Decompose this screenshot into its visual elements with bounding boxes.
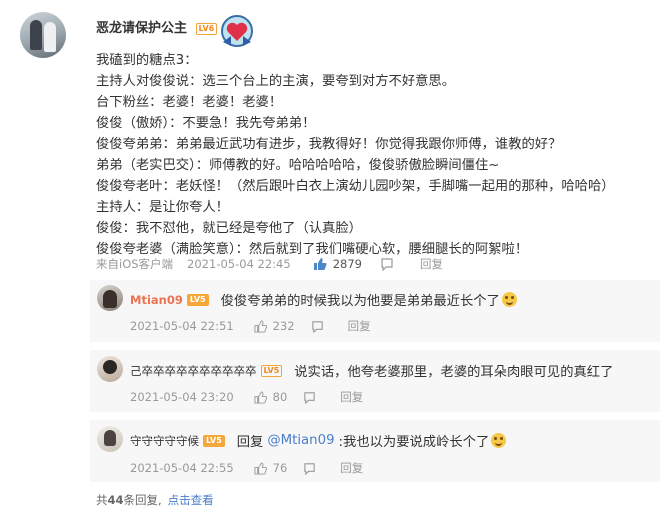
laughing-emoji-icon xyxy=(491,433,507,448)
reply-avatar[interactable] xyxy=(97,426,123,452)
reply-text: 说实话，他夸老婆那里，老婆的耳朵肉眼可见的真红了 xyxy=(294,365,614,380)
reply-avatar[interactable] xyxy=(97,356,123,382)
post-content: 我磕到的糖点3： 主持人对俊俊说：选三个台上的主演，要夸到对方不好意思。 台下粉… xyxy=(96,50,656,260)
comment-icon[interactable] xyxy=(303,462,316,475)
post-line: 俊俊夸老叶：老妖怪！（然后跟叶白衣上演幼儿园吵架，手脚嘴一起用的那种，哈哈哈） xyxy=(96,179,615,194)
reply-header: 守守守守守候 LV5 回复 @Mtian09 :我也以为要说成岭长个了 xyxy=(130,431,507,450)
reply-prefix: 回复 xyxy=(236,435,264,450)
reply-link[interactable]: 回复 xyxy=(340,460,363,476)
level-badge: LV5 xyxy=(203,434,225,447)
reply-text: 俊俊夸弟弟的时候我以为他要是弟弟最近长个了 xyxy=(220,294,500,309)
level-badge: LV5 xyxy=(260,364,283,377)
mention-link[interactable]: @Mtian09 xyxy=(267,433,334,448)
reply-username[interactable]: Mtian09 xyxy=(130,293,183,307)
reply-avatar[interactable] xyxy=(97,285,123,311)
like-count: 76 xyxy=(272,461,288,475)
comment-icon[interactable] xyxy=(311,320,324,333)
reply-username[interactable]: 守守守守守候 xyxy=(130,433,199,449)
post-meta: 来自iOS客户端 2021-05-04 22:45 2879 回复 xyxy=(96,256,443,272)
view-all-link[interactable]: 点击查看 xyxy=(168,492,214,508)
post-time: 2021-05-04 22:45 xyxy=(187,257,291,271)
post-line: 俊俊（傲娇）：不要急！我先夸弟弟！ xyxy=(96,116,316,131)
post-line: 台下粉丝：老婆！老婆！老婆！ xyxy=(96,95,283,110)
reply-time: 2021-05-04 22:55 xyxy=(130,461,234,475)
thumbs-up-icon xyxy=(254,390,267,404)
reply-header: 己卒卒卒卒卒卒卒卒卒卒 LV5 说实话，他夸老婆那里，老婆的耳朵肉眼可见的真红了 xyxy=(130,361,614,381)
like-button[interactable]: 2879 xyxy=(313,257,362,271)
avatar-figure xyxy=(44,22,56,52)
like-button[interactable]: 232 xyxy=(254,319,295,333)
reply-time: 2021-05-04 23:20 xyxy=(130,390,234,404)
level-badge: LV6 xyxy=(195,22,218,35)
laughing-emoji-icon xyxy=(501,292,517,307)
comment-icon[interactable] xyxy=(303,391,316,404)
reply-username[interactable]: 己卒卒卒卒卒卒卒卒卒卒 xyxy=(130,363,257,379)
post-source: 来自iOS客户端 xyxy=(96,257,174,271)
reply-link[interactable]: 回复 xyxy=(340,389,363,405)
heart-medal-icon xyxy=(217,12,257,52)
post-avatar[interactable] xyxy=(20,12,66,58)
reply-header: Mtian09 LV5 俊俊夸弟弟的时候我以为他要是弟弟最近长个了 xyxy=(130,290,517,309)
like-button[interactable]: 80 xyxy=(254,390,288,404)
total-prefix: 共 xyxy=(96,493,108,507)
post-line: 俊俊：我不怼他，就已经是夸他了（认真脸） xyxy=(96,221,362,236)
avatar-figure xyxy=(30,20,42,50)
like-count: 232 xyxy=(272,319,295,333)
post-username-row: 恶龙请保护公主 LV6 xyxy=(96,17,218,36)
like-count: 2879 xyxy=(332,257,362,271)
reply-link[interactable]: 回复 xyxy=(348,318,371,334)
reply-time: 2021-05-04 22:51 xyxy=(130,319,234,333)
comment-icon[interactable] xyxy=(380,257,394,271)
total-suffix: 条回复, xyxy=(123,493,162,507)
like-count: 80 xyxy=(272,390,288,404)
post-username[interactable]: 恶龙请保护公主 xyxy=(96,21,187,36)
reply-text: :我也以为要说成岭长个了 xyxy=(338,435,490,450)
reply-link[interactable]: 回复 xyxy=(420,256,443,272)
reply-meta: 2021-05-04 22:55 76 回复 xyxy=(130,460,363,476)
post-line: 我磕到的糖点3： xyxy=(96,53,198,68)
post-line: 主持人：是让你夸人！ xyxy=(96,200,229,215)
like-button[interactable]: 76 xyxy=(254,461,288,475)
post-line: 主持人对俊俊说：选三个台上的主演，要夸到对方不好意思。 xyxy=(96,74,456,89)
level-badge: LV5 xyxy=(186,293,209,306)
thumbs-up-icon xyxy=(254,319,267,333)
thumbs-up-icon xyxy=(313,257,327,271)
total-count: 44 xyxy=(107,493,124,507)
reply-meta: 2021-05-04 22:51 232 回复 xyxy=(130,318,371,334)
reply-meta: 2021-05-04 23:20 80 回复 xyxy=(130,389,363,405)
replies-footer: 共 44 条回复, 点击查看 xyxy=(96,492,214,508)
post-line: 俊俊夸弟弟：弟弟最近武功有进步，我教得好！你觉得我跟你师傅，谁教的好？ xyxy=(96,137,562,152)
post-line: 弟弟（老实巴交）：师傅教的好。哈哈哈哈哈，俊俊骄傲脸瞬间僵住~ xyxy=(96,158,500,173)
thumbs-up-icon xyxy=(254,461,267,475)
